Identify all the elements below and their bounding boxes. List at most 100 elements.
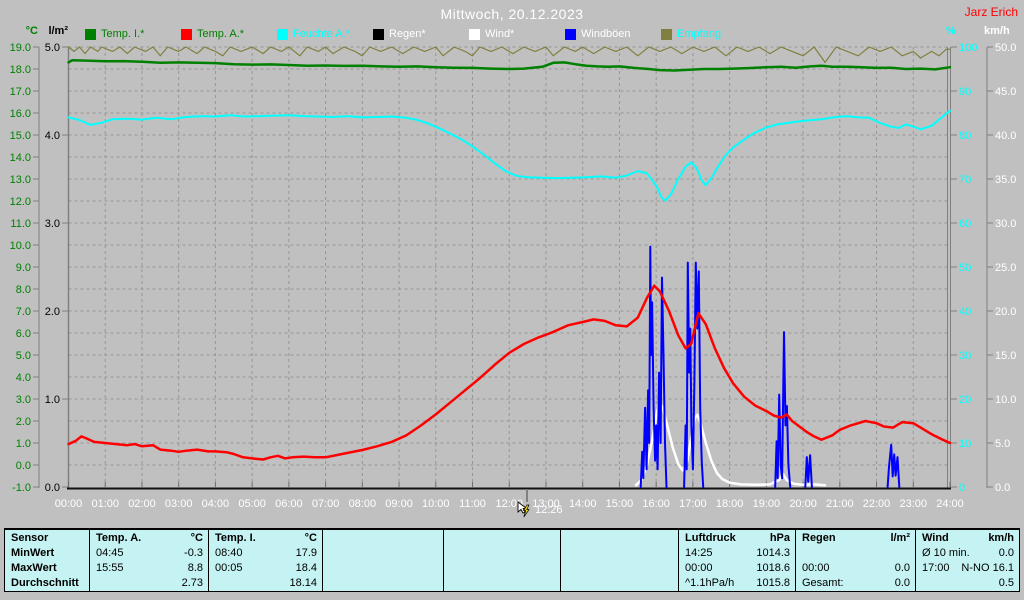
cell-right: l/m² <box>890 532 910 544</box>
weather-dashboard: Mittwoch, 20.12.2023 Jarz Erich °C l/m² … <box>0 0 1024 600</box>
x-tick-label: 10:00 <box>422 498 450 510</box>
x-tick-label: 11:00 <box>459 498 486 510</box>
cell-left: Ø 10 min. <box>922 547 970 559</box>
cell-right: 8.8 <box>187 562 203 574</box>
table-column-regen: Regen l/m² 00:00 0.0 Gesamt: 0.0 <box>795 530 915 591</box>
temp_c-tick-label: 2.0 <box>16 416 31 428</box>
temp_c-tick-label: 7.0 <box>16 306 31 318</box>
humidity-tick-label: 10 <box>959 438 971 450</box>
table-column-temp-i: Temp. I. °C 08:40 17.9 00:05 18.4 18.14 <box>208 530 322 591</box>
table-row <box>802 546 910 561</box>
humidity-tick-label: 70 <box>959 174 971 186</box>
temp_c-tick-label: -1.0 <box>12 482 31 494</box>
table-row: 00:00 1018.6 <box>685 561 790 576</box>
table-column-header: Temp. A. °C <box>96 531 203 546</box>
cell-left: 00:05 <box>215 562 243 574</box>
cell-left: Temp. I. <box>215 532 256 544</box>
table-column-empty <box>443 530 560 591</box>
cell-left: Regen <box>802 532 836 544</box>
humidity-tick-label: 0 <box>959 482 965 494</box>
x-tick-label: 08:00 <box>349 498 377 510</box>
table-row <box>567 561 673 576</box>
table-row <box>567 576 673 591</box>
temp_c-tick-label: 18.0 <box>10 64 31 76</box>
x-tick-label: 01:00 <box>91 498 119 510</box>
table-row-label: Sensor <box>11 532 49 544</box>
cell-right: 1015.8 <box>756 577 790 589</box>
x-tick-label: 21:00 <box>826 498 854 510</box>
series-windboeen <box>886 443 901 488</box>
humidity-tick-label: 90 <box>959 86 971 98</box>
cell-right: -0.3 <box>184 547 203 559</box>
cell-left: 04:45 <box>96 547 124 559</box>
cell-right: °C <box>304 532 317 544</box>
chart-plot-area[interactable]: -1.0 0.0 1.0 2.0 3.0 4.0 5.0 6.0 7.0 8.0 9.0 10.0 11… <box>0 0 1024 527</box>
x-tick-label: 19:00 <box>753 498 781 510</box>
table-row <box>450 561 555 576</box>
x-tick-label: 23:00 <box>900 498 928 510</box>
humidity-tick-label: 40 <box>959 306 971 318</box>
table-row <box>567 546 673 561</box>
table-row <box>329 561 438 576</box>
table-row: 17:00 N-NO 16.1 <box>922 561 1014 576</box>
table-row: 2.73 <box>96 576 203 591</box>
temp_c-tick-label: 17.0 <box>10 86 31 98</box>
rain-tick-label: 5.0 <box>45 42 60 54</box>
x-tick-label: 22:00 <box>863 498 891 510</box>
x-tick-label: 07:00 <box>312 498 340 510</box>
table-column-header <box>329 531 438 546</box>
cell-left: Luftdruck <box>685 532 736 544</box>
cell-right: N-NO 16.1 <box>961 562 1014 574</box>
table-column-header <box>567 531 673 546</box>
wind-tick-label: 40.0 <box>995 130 1016 142</box>
wind-tick-label: 5.0 <box>995 438 1010 450</box>
series-windboeen <box>804 454 813 488</box>
cell-right: 1014.3 <box>756 547 790 559</box>
cell-left: 14:25 <box>685 547 713 559</box>
table-row <box>450 576 555 591</box>
wind-tick-label: 35.0 <box>995 174 1016 186</box>
table-row: 00:00 0.0 <box>802 561 910 576</box>
x-tick-label: 04:00 <box>202 498 230 510</box>
table-row: 04:45 -0.3 <box>96 546 203 561</box>
cell-right: hPa <box>769 532 790 544</box>
temp_c-tick-label: 6.0 <box>16 328 31 340</box>
temp_c-tick-label: 12.0 <box>10 196 31 208</box>
table-column-wind: Wind km/h Ø 10 min. 0.0 17:00 N-NO 16.1 0.5 <box>915 530 1019 591</box>
wind-tick-label: 45.0 <box>995 86 1016 98</box>
series-windboeen <box>639 245 668 488</box>
cell-left: 17:00 <box>922 562 950 574</box>
cell-right: 0.0 <box>894 562 910 574</box>
x-tick-label: 02:00 <box>128 498 156 510</box>
table-row: 00:05 18.4 <box>215 561 317 576</box>
temp_c-tick-label: 15.0 <box>10 130 31 142</box>
humidity-tick-label: 80 <box>959 130 971 142</box>
cell-left: 00:00 <box>802 562 830 574</box>
table-row <box>329 546 438 561</box>
cell-left: Wind <box>922 532 949 544</box>
table-row <box>450 546 555 561</box>
x-tick-label: 18:00 <box>716 498 744 510</box>
x-tick-label: 20:00 <box>789 498 817 510</box>
wind-tick-label: 50.0 <box>995 42 1016 54</box>
cell-right: km/h <box>988 532 1014 544</box>
x-tick-label: 15:00 <box>606 498 634 510</box>
wind-tick-label: 25.0 <box>995 262 1016 274</box>
cursor-marker: 12:26 <box>517 501 563 518</box>
table-row: 0.5 <box>922 576 1014 591</box>
table-column-temp-a: Temp. A. °C 04:45 -0.3 15:55 8.8 2.73 <box>89 530 208 591</box>
table-column-header: Temp. I. °C <box>215 531 317 546</box>
temp_c-tick-label: 19.0 <box>10 42 31 54</box>
x-tick-label: 03:00 <box>165 498 193 510</box>
x-tick-label: 24:00 <box>936 498 964 510</box>
rain-tick-label: 4.0 <box>45 130 60 142</box>
table-row: ^1.1hPa/h 1015.8 <box>685 576 790 591</box>
humidity-tick-label: 30 <box>959 350 971 362</box>
temp_c-tick-label: 10.0 <box>10 240 31 252</box>
humidity-tick-label: 20 <box>959 394 971 406</box>
temp_c-tick-label: 3.0 <box>16 394 31 406</box>
cursor-time-label: 12:26 <box>535 503 563 516</box>
humidity-tick-label: 100 <box>959 42 977 54</box>
temp_c-tick-label: 0.0 <box>16 460 31 472</box>
x-tick-label: 05:00 <box>238 498 266 510</box>
